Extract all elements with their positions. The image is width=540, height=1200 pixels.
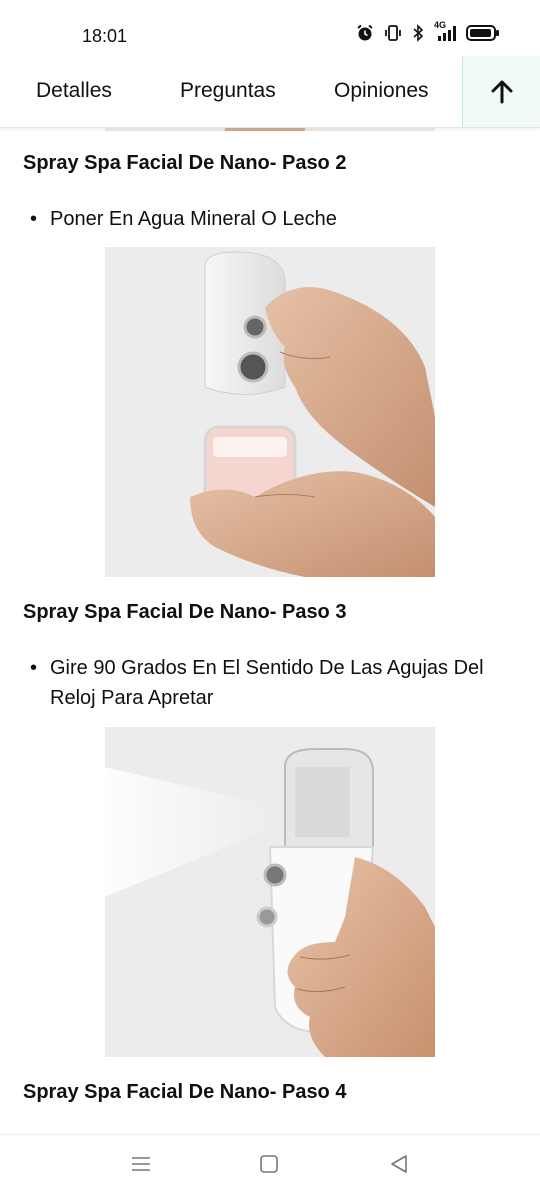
back-to-top-button[interactable] <box>462 56 540 127</box>
step-3-illustration <box>105 727 435 1057</box>
step-2-product-image[interactable] <box>105 247 435 577</box>
vibrate-icon <box>385 25 401 41</box>
step-3-title: Spray Spa Facial De Nano- Paso 3 <box>23 601 347 623</box>
menu-icon[interactable] <box>130 1153 152 1175</box>
step-3-product-image[interactable] <box>105 727 435 1057</box>
system-navigation-bar <box>0 1134 540 1200</box>
tab-opiniones[interactable]: Opiniones <box>334 56 429 126</box>
step-2-title: Spray Spa Facial De Nano- Paso 2 <box>23 152 347 174</box>
battery-icon <box>466 25 499 41</box>
tab-detalles[interactable]: Detalles <box>36 56 112 126</box>
previous-image-edge <box>105 128 435 131</box>
back-icon[interactable] <box>388 1153 410 1175</box>
arrow-up-icon <box>491 80 512 103</box>
step-3-bullet: Gire 90 Grados En El Sentido De Las Aguj… <box>30 653 510 713</box>
section-tab-bar: Detalles Preguntas Opiniones <box>0 56 540 128</box>
alarm-icon <box>357 24 373 41</box>
tab-preguntas[interactable]: Preguntas <box>180 56 276 126</box>
status-time: 18:01 <box>82 26 128 46</box>
step-2-illustration <box>105 247 435 577</box>
home-icon[interactable] <box>258 1153 280 1175</box>
bluetooth-icon <box>413 24 424 42</box>
status-icons: 4G <box>356 20 500 42</box>
step-2-bullet: Poner En Agua Mineral O Leche <box>30 204 510 234</box>
signal-icon: 4G <box>434 20 456 42</box>
step-4-title: Spray Spa Facial De Nano- Paso 4 <box>23 1081 347 1103</box>
